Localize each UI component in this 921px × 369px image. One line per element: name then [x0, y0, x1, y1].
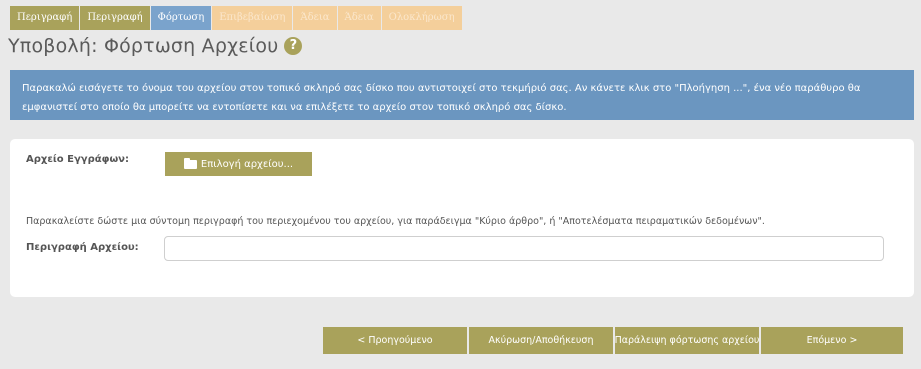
description-label: Περιγραφή Αρχείου: — [26, 242, 139, 253]
description-hint: Παρακαλείστε δώστε μια σύντομη περιγραφή… — [26, 216, 765, 227]
info-text: Παρακαλώ εισάγετε το όνομα του αρχείου σ… — [22, 83, 861, 113]
tab-upload[interactable]: Φόρτωση — [150, 6, 212, 30]
tab-complete: Ολοκλήρωση — [381, 6, 462, 30]
cancel-save-button[interactable]: Ακύρωση/Αποθήκευση — [469, 327, 613, 354]
skip-upload-button[interactable]: Παράλειψη φόρτωσης αρχείου — [615, 327, 759, 354]
upload-panel: Αρχείο Εγγράφων: Επιλογή αρχείου... Παρα… — [10, 139, 914, 297]
choose-file-label: Επιλογή αρχείου... — [200, 158, 294, 170]
page-title: Υποβολή: Φόρτωση Αρχείου — [8, 35, 279, 57]
next-button[interactable]: Επόμενο > — [761, 327, 903, 354]
previous-button[interactable]: < Προηγούμενο — [323, 327, 467, 354]
tab-license-2: Άδεια — [337, 6, 381, 30]
title-row: Υποβολή: Φόρτωση Αρχείου ? — [8, 32, 303, 60]
choose-file-button[interactable]: Επιλογή αρχείου... — [165, 152, 312, 176]
tab-verify: Επιβεβαίωση — [212, 6, 293, 30]
folder-icon — [183, 157, 197, 169]
info-box: Παρακαλώ εισάγετε το όνομα του αρχείου σ… — [10, 70, 914, 120]
description-input[interactable] — [164, 236, 884, 261]
tab-description-1[interactable]: Περιγραφή — [10, 6, 80, 30]
question-circle-icon[interactable]: ? — [284, 37, 303, 55]
navigation-buttons: < Προηγούμενο Ακύρωση/Αποθήκευση Παράλει… — [323, 327, 905, 354]
progress-tabs: Περιγραφή Περιγραφή Φόρτωση Επιβεβαίωση … — [10, 6, 463, 30]
tab-description-2[interactable]: Περιγραφή — [80, 6, 150, 30]
file-label: Αρχείο Εγγράφων: — [26, 154, 129, 165]
tab-license-1: Άδεια — [293, 6, 337, 30]
